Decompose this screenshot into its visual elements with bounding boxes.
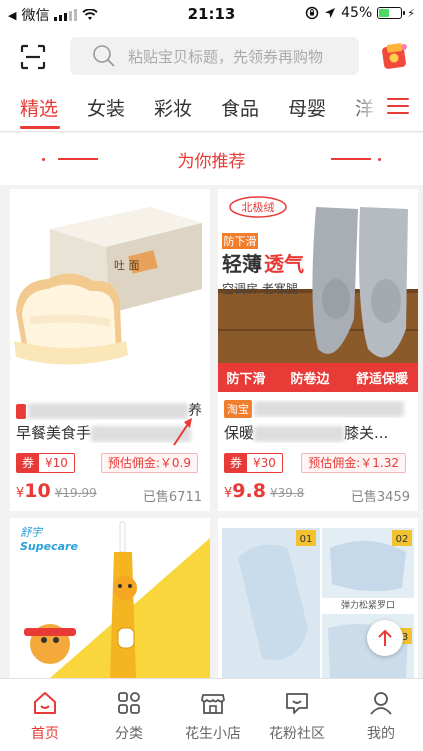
coupon-badge[interactable]: 券 ¥10 [16, 453, 75, 473]
original-price: ¥19.99 [54, 486, 97, 500]
tab-food[interactable]: 食品 [221, 94, 259, 121]
nav-shop[interactable]: 花生小店 [178, 689, 248, 743]
product-card[interactable]: 舒宇 Supecare [10, 518, 210, 678]
product-image-bread: 吐 面 [10, 189, 210, 392]
divider-dot-right [378, 158, 381, 161]
nav-home[interactable]: 首页 [10, 689, 80, 743]
annotation-arrow [173, 418, 192, 446]
banner-text-1: 防下滑 [226, 371, 265, 387]
product-desc: 保暖 膝关... [224, 422, 414, 443]
wifi-icon [82, 9, 99, 20]
product-image-toothbrush: 舒宇 Supecare [10, 518, 210, 678]
status-bar: ◀ 微信 21:13 45% ⚡ [0, 0, 423, 28]
location-icon [325, 8, 336, 18]
brand-text: 舒宇 [20, 526, 44, 539]
red-packet-icon[interactable] [379, 41, 409, 71]
tab-baby[interactable]: 母婴 [288, 94, 326, 121]
profile-icon [370, 692, 392, 715]
category-tabs: 精选 女装 彩妆 食品 母婴 洋 [0, 86, 423, 132]
community-icon [286, 693, 308, 714]
charging-icon: ⚡ [407, 6, 415, 20]
rotation-lock-icon [305, 6, 319, 20]
status-left: ◀ 微信 [8, 5, 99, 25]
price: 9.8 [232, 480, 266, 502]
subline-text: 空调房 老寒腿 [222, 281, 298, 296]
nav-category[interactable]: 分类 [94, 689, 164, 743]
arrow-up-icon [378, 629, 392, 646]
tab-womens[interactable]: 女装 [87, 94, 125, 121]
nav-community[interactable]: 花粉社区 [262, 689, 332, 743]
banner-text-2: 防卷边 [290, 371, 330, 387]
nav-home-label: 首页 [31, 726, 59, 742]
active-tab-indicator [20, 126, 60, 129]
divider-right [331, 158, 371, 160]
search-input[interactable]: 粘贴宝贝标题，先领券再购物 [70, 37, 359, 75]
product-card[interactable]: 北极绒 防下滑 轻薄 透气 空调房 老寒腿 防下滑 防卷边 舒适保暖 淘宝 保暖… [218, 189, 418, 511]
product-card[interactable]: 吐 面 养 早餐美食手 券 ¥10 预估佣金:￥0.9 ¥10 ¥19.99 已售… [10, 189, 210, 511]
menu-icon[interactable] [387, 98, 409, 118]
coupon-badge[interactable]: 券 ¥30 [224, 453, 283, 473]
tag-text: 防下滑 [224, 234, 257, 248]
nav-profile[interactable]: 我的 [346, 689, 416, 743]
brand-text-en: Supecare [20, 540, 78, 553]
headline-text-1: 轻薄 [222, 252, 262, 276]
sold-count: 已售6711 [142, 490, 202, 505]
nav-category-label: 分类 [115, 726, 143, 742]
search-header: 粘贴宝贝标题，先领券再购物 [0, 28, 423, 86]
headline-text-2: 透气 [264, 252, 304, 276]
original-price: ¥39.8 [269, 486, 305, 500]
price: 10 [24, 480, 51, 502]
label-01: 01 [300, 534, 313, 545]
sold-count: 已售3459 [350, 490, 410, 505]
banner-text-3: 舒适保暖 [356, 371, 409, 387]
nav-profile-label: 我的 [367, 726, 395, 742]
shop-badge [16, 403, 26, 419]
brand-text: 北极绒 [242, 200, 275, 214]
nav-shop-label: 花生小店 [185, 726, 241, 742]
tabs-fade [349, 86, 379, 131]
desc-text: 早餐美食手 [16, 424, 92, 442]
redacted-title [28, 403, 188, 419]
search-icon [93, 45, 115, 67]
bottom-nav: 首页 分类 花生小店 花粉社区 我的 [0, 678, 423, 751]
category-icon [118, 692, 140, 714]
desc-tail: 膝关... [344, 424, 389, 442]
battery-level-fill [379, 9, 389, 17]
tab-featured[interactable]: 精选 [20, 94, 58, 121]
carrier-label: 微信 [21, 8, 50, 24]
back-to-top-button[interactable] [367, 620, 403, 656]
coupon-prefix: 券 [17, 454, 40, 472]
product-image-knee-pad: 北极绒 防下滑 轻薄 透气 空调房 老寒腿 防下滑 防卷边 舒适保暖 [218, 189, 418, 392]
redacted-desc [254, 425, 345, 442]
commission-badge: 预估佣金:￥1.32 [301, 453, 406, 473]
home-icon [34, 692, 56, 714]
coupon-prefix: 券 [225, 454, 248, 472]
scan-icon[interactable] [20, 44, 46, 70]
caption-text: 弹力松紧罗口 [341, 599, 395, 611]
desc-text: 保暖 [224, 424, 255, 442]
signal-icon [54, 9, 78, 21]
recommend-header: 为你推荐 [0, 133, 423, 185]
battery-icon [377, 7, 406, 19]
battery-percent: 45% [341, 5, 373, 21]
product-title: 淘宝 [224, 400, 414, 418]
back-arrow-icon[interactable]: ◀ [8, 9, 16, 22]
nav-community-label: 花粉社区 [269, 726, 325, 742]
search-placeholder: 粘贴宝贝标题，先领券再购物 [128, 47, 324, 66]
box-label: 吐 面 [114, 259, 140, 272]
redacted-title [254, 401, 404, 417]
taobao-badge: 淘宝 [224, 400, 252, 418]
coupon-value: ¥10 [45, 456, 68, 470]
label-02: 02 [396, 534, 409, 545]
commission-badge: 预估佣金:￥0.9 [100, 453, 198, 473]
status-right: 45% ⚡ [305, 5, 415, 21]
coupon-value: ¥30 [253, 456, 276, 470]
tab-makeup[interactable]: 彩妆 [154, 94, 192, 121]
shop-icon [201, 694, 225, 714]
